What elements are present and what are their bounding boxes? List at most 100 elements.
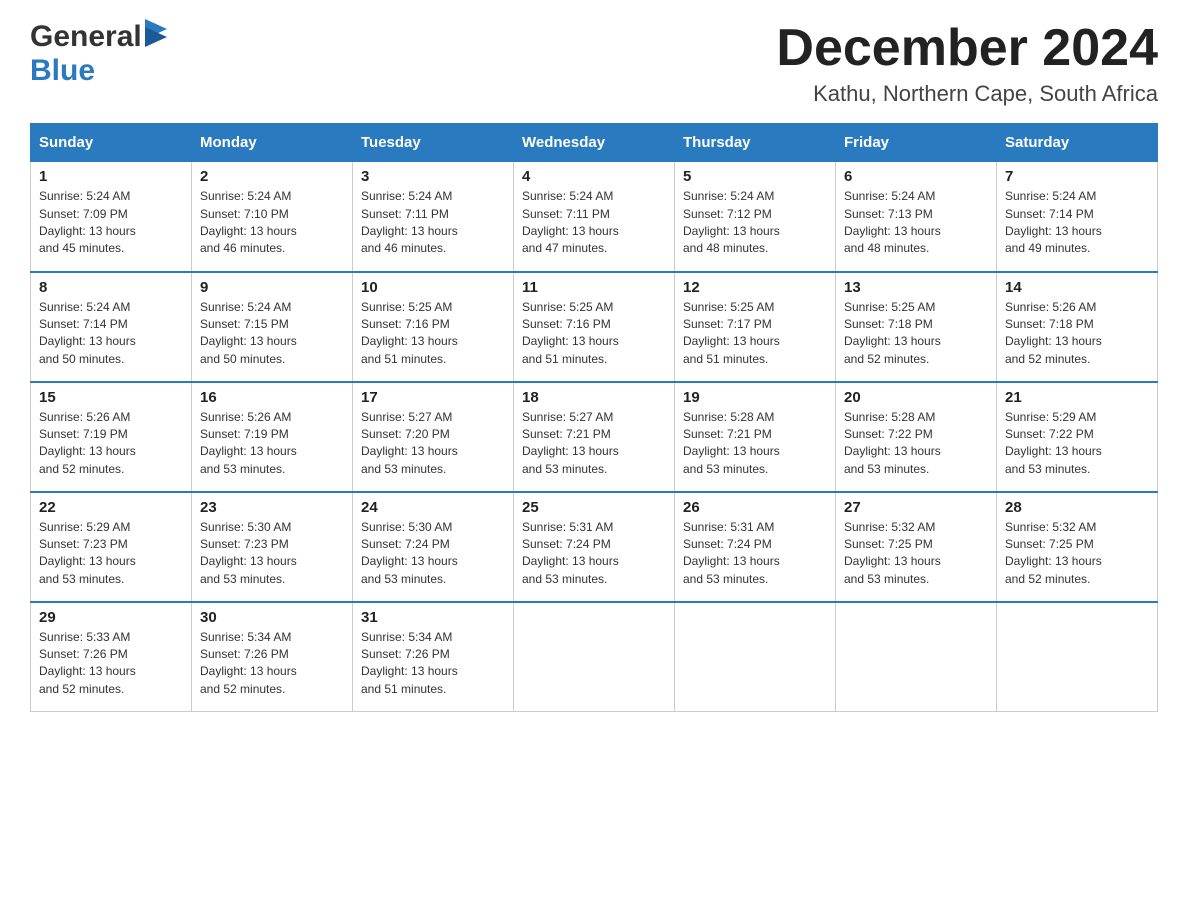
day-number: 1 [39, 168, 183, 185]
calendar-cell: 15 Sunrise: 5:26 AMSunset: 7:19 PMDaylig… [31, 382, 192, 492]
calendar-week-1: 1 Sunrise: 5:24 AMSunset: 7:09 PMDayligh… [31, 162, 1158, 272]
day-info: Sunrise: 5:24 AMSunset: 7:13 PMDaylight:… [844, 189, 941, 255]
calendar-week-2: 8 Sunrise: 5:24 AMSunset: 7:14 PMDayligh… [31, 272, 1158, 382]
title-area: December 2024 Kathu, Northern Cape, Sout… [776, 20, 1158, 107]
day-number: 19 [683, 389, 827, 406]
day-number: 13 [844, 279, 988, 296]
calendar-week-3: 15 Sunrise: 5:26 AMSunset: 7:19 PMDaylig… [31, 382, 1158, 492]
calendar-week-4: 22 Sunrise: 5:29 AMSunset: 7:23 PMDaylig… [31, 492, 1158, 602]
day-number: 7 [1005, 168, 1149, 185]
day-info: Sunrise: 5:26 AMSunset: 7:18 PMDaylight:… [1005, 300, 1102, 366]
day-info: Sunrise: 5:25 AMSunset: 7:17 PMDaylight:… [683, 300, 780, 366]
calendar-cell: 12 Sunrise: 5:25 AMSunset: 7:17 PMDaylig… [675, 272, 836, 382]
day-info: Sunrise: 5:30 AMSunset: 7:23 PMDaylight:… [200, 520, 297, 586]
day-info: Sunrise: 5:30 AMSunset: 7:24 PMDaylight:… [361, 520, 458, 586]
day-info: Sunrise: 5:33 AMSunset: 7:26 PMDaylight:… [39, 630, 136, 696]
day-info: Sunrise: 5:26 AMSunset: 7:19 PMDaylight:… [39, 410, 136, 476]
logo: General Blue [30, 20, 167, 88]
calendar-cell: 7 Sunrise: 5:24 AMSunset: 7:14 PMDayligh… [997, 162, 1158, 272]
calendar-cell: 24 Sunrise: 5:30 AMSunset: 7:24 PMDaylig… [353, 492, 514, 602]
column-header-tuesday: Tuesday [353, 124, 514, 162]
calendar-cell [997, 602, 1158, 712]
day-info: Sunrise: 5:24 AMSunset: 7:14 PMDaylight:… [39, 300, 136, 366]
calendar-cell: 27 Sunrise: 5:32 AMSunset: 7:25 PMDaylig… [836, 492, 997, 602]
column-header-sunday: Sunday [31, 124, 192, 162]
calendar-cell: 9 Sunrise: 5:24 AMSunset: 7:15 PMDayligh… [192, 272, 353, 382]
day-number: 8 [39, 279, 183, 296]
day-number: 3 [361, 168, 505, 185]
calendar-table: SundayMondayTuesdayWednesdayThursdayFrid… [30, 123, 1158, 712]
day-number: 31 [361, 609, 505, 626]
calendar-cell [836, 602, 997, 712]
calendar-header-row: SundayMondayTuesdayWednesdayThursdayFrid… [31, 124, 1158, 162]
location-title: Kathu, Northern Cape, South Africa [776, 81, 1158, 107]
day-info: Sunrise: 5:24 AMSunset: 7:15 PMDaylight:… [200, 300, 297, 366]
calendar-cell: 10 Sunrise: 5:25 AMSunset: 7:16 PMDaylig… [353, 272, 514, 382]
calendar-cell: 28 Sunrise: 5:32 AMSunset: 7:25 PMDaylig… [997, 492, 1158, 602]
column-header-wednesday: Wednesday [514, 124, 675, 162]
page-header: General Blue December 2024 Kathu, Northe… [30, 20, 1158, 107]
calendar-cell: 2 Sunrise: 5:24 AMSunset: 7:10 PMDayligh… [192, 162, 353, 272]
day-number: 30 [200, 609, 344, 626]
day-number: 20 [844, 389, 988, 406]
day-number: 2 [200, 168, 344, 185]
day-number: 25 [522, 499, 666, 516]
day-number: 23 [200, 499, 344, 516]
day-info: Sunrise: 5:25 AMSunset: 7:18 PMDaylight:… [844, 300, 941, 366]
day-number: 14 [1005, 279, 1149, 296]
column-header-saturday: Saturday [997, 124, 1158, 162]
calendar-cell: 8 Sunrise: 5:24 AMSunset: 7:14 PMDayligh… [31, 272, 192, 382]
calendar-cell: 4 Sunrise: 5:24 AMSunset: 7:11 PMDayligh… [514, 162, 675, 272]
day-info: Sunrise: 5:24 AMSunset: 7:11 PMDaylight:… [522, 189, 619, 255]
day-info: Sunrise: 5:24 AMSunset: 7:12 PMDaylight:… [683, 189, 780, 255]
day-info: Sunrise: 5:28 AMSunset: 7:22 PMDaylight:… [844, 410, 941, 476]
calendar-cell: 22 Sunrise: 5:29 AMSunset: 7:23 PMDaylig… [31, 492, 192, 602]
calendar-cell: 6 Sunrise: 5:24 AMSunset: 7:13 PMDayligh… [836, 162, 997, 272]
day-number: 17 [361, 389, 505, 406]
day-info: Sunrise: 5:28 AMSunset: 7:21 PMDaylight:… [683, 410, 780, 476]
day-number: 5 [683, 168, 827, 185]
column-header-thursday: Thursday [675, 124, 836, 162]
day-info: Sunrise: 5:25 AMSunset: 7:16 PMDaylight:… [361, 300, 458, 366]
day-number: 11 [522, 279, 666, 296]
day-number: 6 [844, 168, 988, 185]
calendar-cell: 31 Sunrise: 5:34 AMSunset: 7:26 PMDaylig… [353, 602, 514, 712]
day-number: 22 [39, 499, 183, 516]
day-info: Sunrise: 5:24 AMSunset: 7:11 PMDaylight:… [361, 189, 458, 255]
day-number: 24 [361, 499, 505, 516]
day-number: 4 [522, 168, 666, 185]
day-info: Sunrise: 5:27 AMSunset: 7:21 PMDaylight:… [522, 410, 619, 476]
day-info: Sunrise: 5:24 AMSunset: 7:10 PMDaylight:… [200, 189, 297, 255]
day-info: Sunrise: 5:29 AMSunset: 7:23 PMDaylight:… [39, 520, 136, 586]
day-info: Sunrise: 5:24 AMSunset: 7:14 PMDaylight:… [1005, 189, 1102, 255]
calendar-cell: 11 Sunrise: 5:25 AMSunset: 7:16 PMDaylig… [514, 272, 675, 382]
day-number: 28 [1005, 499, 1149, 516]
calendar-week-5: 29 Sunrise: 5:33 AMSunset: 7:26 PMDaylig… [31, 602, 1158, 712]
calendar-cell: 17 Sunrise: 5:27 AMSunset: 7:20 PMDaylig… [353, 382, 514, 492]
calendar-cell: 19 Sunrise: 5:28 AMSunset: 7:21 PMDaylig… [675, 382, 836, 492]
day-number: 16 [200, 389, 344, 406]
day-number: 18 [522, 389, 666, 406]
calendar-cell: 3 Sunrise: 5:24 AMSunset: 7:11 PMDayligh… [353, 162, 514, 272]
calendar-cell [675, 602, 836, 712]
day-info: Sunrise: 5:24 AMSunset: 7:09 PMDaylight:… [39, 189, 136, 255]
day-number: 10 [361, 279, 505, 296]
calendar-cell: 5 Sunrise: 5:24 AMSunset: 7:12 PMDayligh… [675, 162, 836, 272]
calendar-cell: 18 Sunrise: 5:27 AMSunset: 7:21 PMDaylig… [514, 382, 675, 492]
calendar-cell: 26 Sunrise: 5:31 AMSunset: 7:24 PMDaylig… [675, 492, 836, 602]
calendar-cell: 30 Sunrise: 5:34 AMSunset: 7:26 PMDaylig… [192, 602, 353, 712]
day-info: Sunrise: 5:32 AMSunset: 7:25 PMDaylight:… [1005, 520, 1102, 586]
month-title: December 2024 [776, 20, 1158, 77]
day-number: 26 [683, 499, 827, 516]
day-info: Sunrise: 5:26 AMSunset: 7:19 PMDaylight:… [200, 410, 297, 476]
calendar-cell: 23 Sunrise: 5:30 AMSunset: 7:23 PMDaylig… [192, 492, 353, 602]
calendar-cell: 14 Sunrise: 5:26 AMSunset: 7:18 PMDaylig… [997, 272, 1158, 382]
calendar-cell [514, 602, 675, 712]
day-info: Sunrise: 5:31 AMSunset: 7:24 PMDaylight:… [522, 520, 619, 586]
day-info: Sunrise: 5:34 AMSunset: 7:26 PMDaylight:… [361, 630, 458, 696]
logo-flag-icon [145, 19, 167, 47]
day-number: 9 [200, 279, 344, 296]
day-info: Sunrise: 5:27 AMSunset: 7:20 PMDaylight:… [361, 410, 458, 476]
day-number: 21 [1005, 389, 1149, 406]
calendar-cell: 29 Sunrise: 5:33 AMSunset: 7:26 PMDaylig… [31, 602, 192, 712]
